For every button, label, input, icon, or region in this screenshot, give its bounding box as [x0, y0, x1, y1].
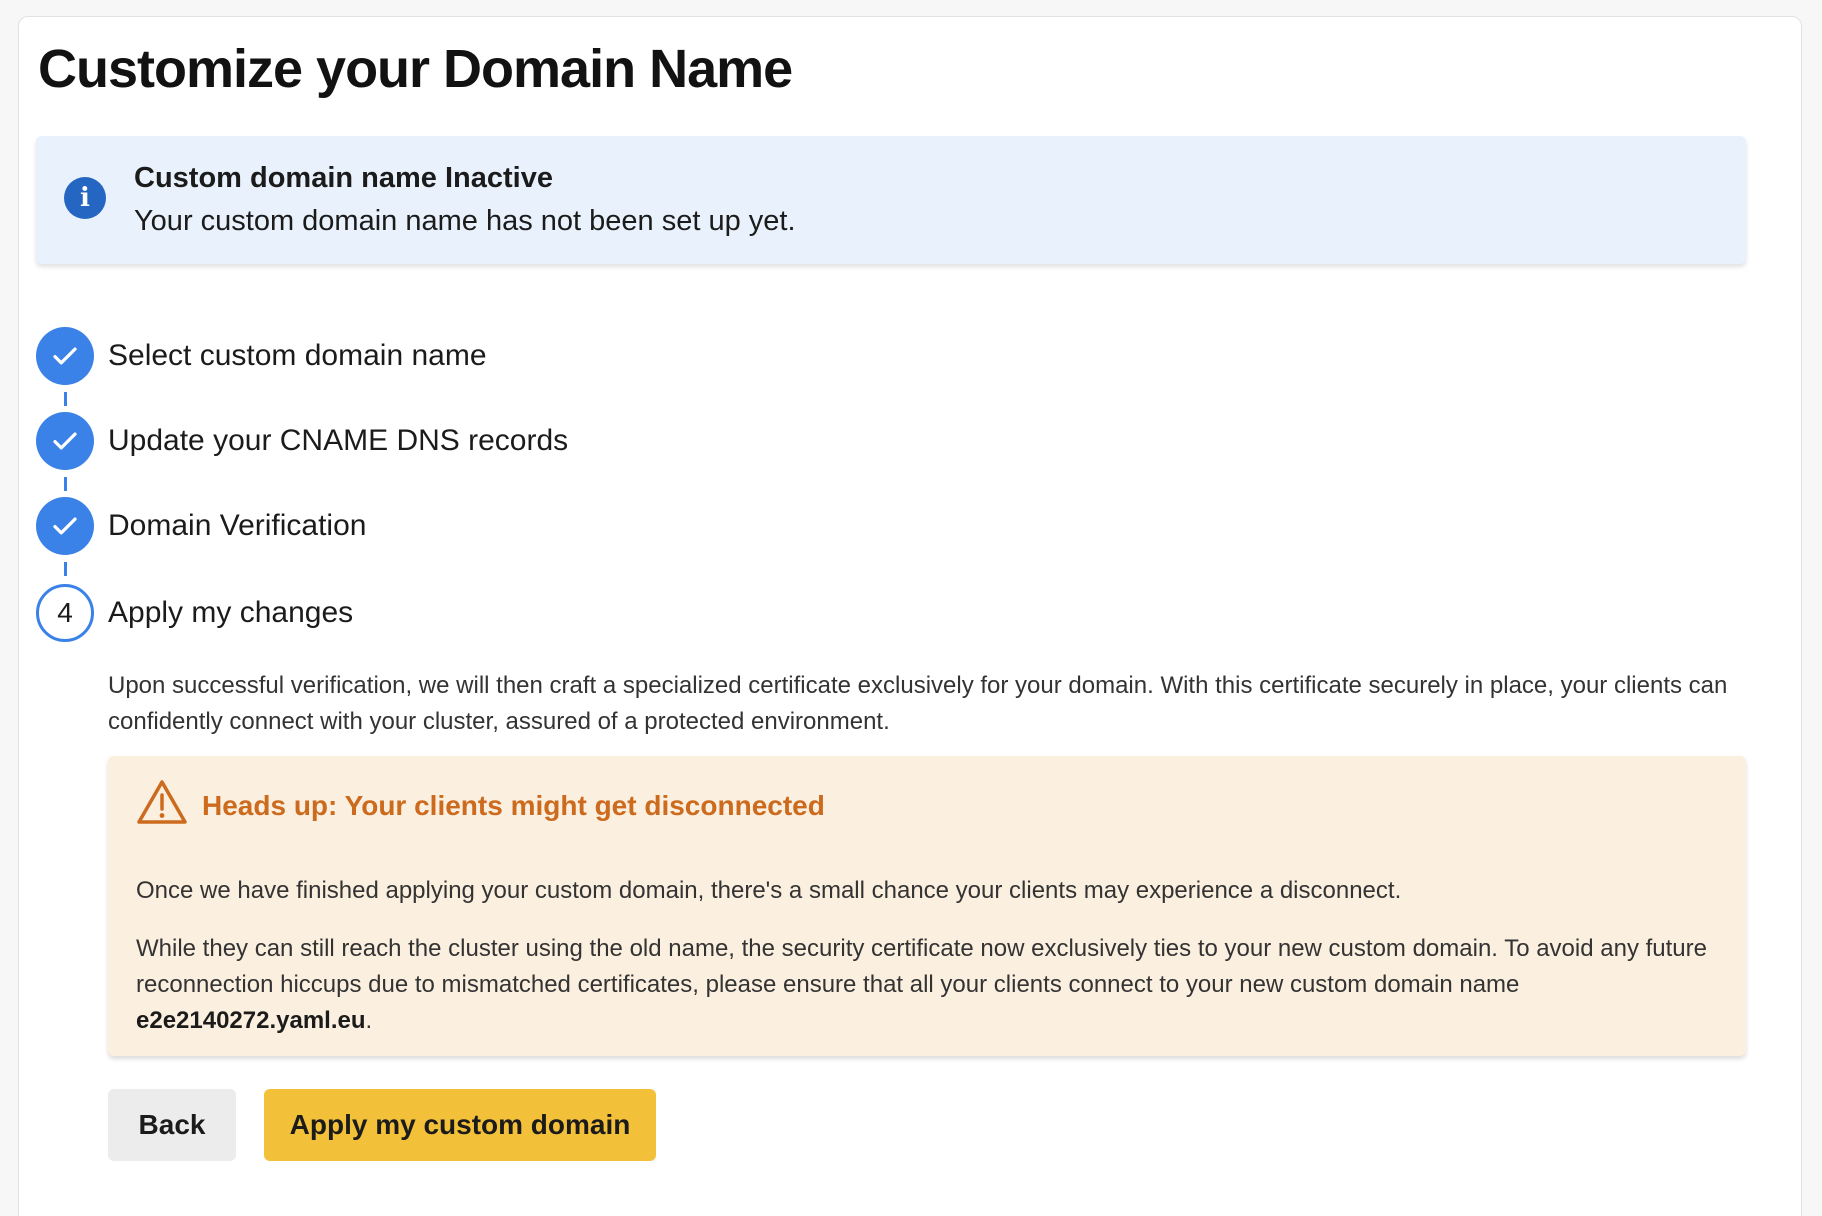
step-select-domain: Select custom domain name — [36, 327, 487, 385]
step-label: Apply my changes — [108, 596, 354, 629]
step-description: Upon successful verification, we will th… — [108, 672, 1728, 735]
step-connector — [64, 392, 67, 406]
info-alert-title: Custom domain name Inactive — [134, 162, 553, 194]
warning-paragraph-end: . — [365, 1007, 373, 1034]
step-connector — [64, 562, 67, 576]
warning-alert: Heads up: Your clients might get disconn… — [108, 756, 1746, 1056]
step-label: Update your CNAME DNS records — [108, 424, 569, 457]
step-number: 4 — [36, 584, 94, 642]
page-title: Customize your Domain Name — [38, 39, 793, 99]
apply-custom-domain-button[interactable]: Apply my custom domain — [264, 1089, 656, 1161]
custom-domain-name: e2e2140272.yaml.eu — [136, 1007, 366, 1034]
step-label: Domain Verification — [108, 509, 367, 542]
step-label: Select custom domain name — [108, 339, 487, 372]
check-icon — [36, 327, 94, 385]
check-icon — [36, 497, 94, 555]
warning-paragraph-text: While they can still reach the cluster u… — [136, 935, 1707, 998]
step-connector — [64, 477, 67, 491]
info-alert-message: Your custom domain name has not been set… — [134, 205, 796, 237]
info-icon: i — [64, 177, 106, 219]
step-apply-changes: 4 Apply my changes — [36, 584, 353, 642]
step-update-cname: Update your CNAME DNS records — [36, 412, 568, 470]
step-domain-verification: Domain Verification — [36, 497, 366, 555]
warning-title: Heads up: Your clients might get disconn… — [202, 790, 825, 821]
warning-triangle-icon — [137, 780, 187, 824]
back-button[interactable]: Back — [108, 1089, 236, 1161]
info-alert: i Custom domain name Inactive Your custo… — [36, 136, 1746, 264]
warning-paragraph: Once we have finished applying your cust… — [136, 877, 1402, 904]
check-icon — [36, 412, 94, 470]
warning-paragraph: While they can still reach the cluster u… — [136, 931, 1726, 1039]
